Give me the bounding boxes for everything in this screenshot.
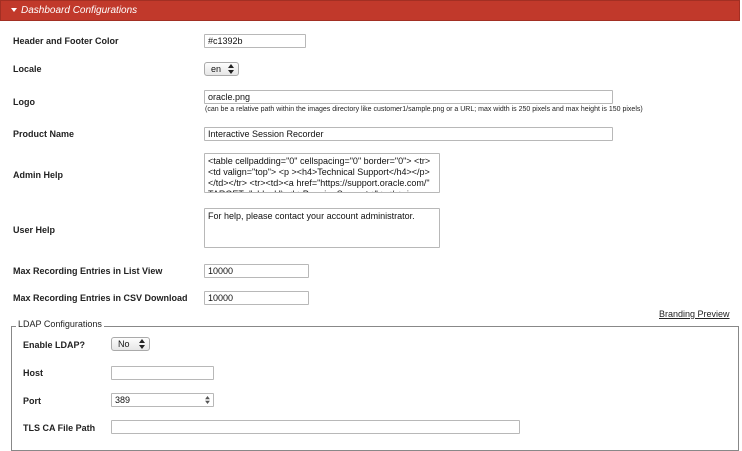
- user-help-label: User Help: [13, 225, 56, 235]
- ldap-configurations-legend: LDAP Configurations: [16, 319, 104, 329]
- max-list-view-label: Max Recording Entries in List View: [13, 266, 163, 276]
- enable-ldap-label: Enable LDAP?: [23, 340, 86, 350]
- logo-hint: (can be a relative path within the image…: [205, 106, 643, 113]
- port-label: Port: [23, 396, 41, 406]
- stepper-arrows-icon[interactable]: [205, 396, 210, 404]
- branding-preview-link[interactable]: Branding Preview: [659, 309, 730, 319]
- updown-arrows-icon: [139, 339, 145, 349]
- tls-ca-file-path-input[interactable]: [111, 420, 520, 434]
- enable-ldap-selected-value: No: [118, 339, 130, 349]
- admin-help-label: Admin Help: [13, 170, 64, 180]
- locale-selected-value: en: [211, 64, 222, 74]
- max-csv-download-label: Max Recording Entries in CSV Download: [13, 293, 188, 303]
- logo-label: Logo: [13, 97, 35, 107]
- host-input[interactable]: [111, 366, 214, 380]
- locale-label: Locale: [13, 64, 42, 74]
- product-name-input[interactable]: [204, 127, 613, 141]
- host-label: Host: [23, 368, 43, 378]
- admin-help-textarea[interactable]: <table cellpadding="0" cellspacing="0" b…: [204, 153, 440, 193]
- user-help-textarea[interactable]: For help, please contact your account ad…: [204, 208, 440, 248]
- port-stepper[interactable]: 389: [111, 393, 214, 407]
- locale-select[interactable]: en: [204, 62, 239, 76]
- port-value: 389: [115, 395, 131, 405]
- tls-ca-file-path-label: TLS CA File Path: [23, 423, 96, 433]
- section-title: Dashboard Configurations: [21, 5, 138, 16]
- header-footer-color-input[interactable]: [204, 34, 306, 48]
- caret-down-icon: [11, 8, 17, 12]
- logo-input[interactable]: [204, 90, 613, 104]
- header-footer-color-label: Header and Footer Color: [13, 36, 119, 46]
- max-csv-download-input[interactable]: [204, 291, 309, 305]
- dashboard-configurations-header[interactable]: Dashboard Configurations: [0, 0, 740, 21]
- updown-arrows-icon: [228, 64, 234, 74]
- enable-ldap-select[interactable]: No: [111, 337, 150, 351]
- max-list-view-input[interactable]: [204, 264, 309, 278]
- product-name-label: Product Name: [13, 129, 75, 139]
